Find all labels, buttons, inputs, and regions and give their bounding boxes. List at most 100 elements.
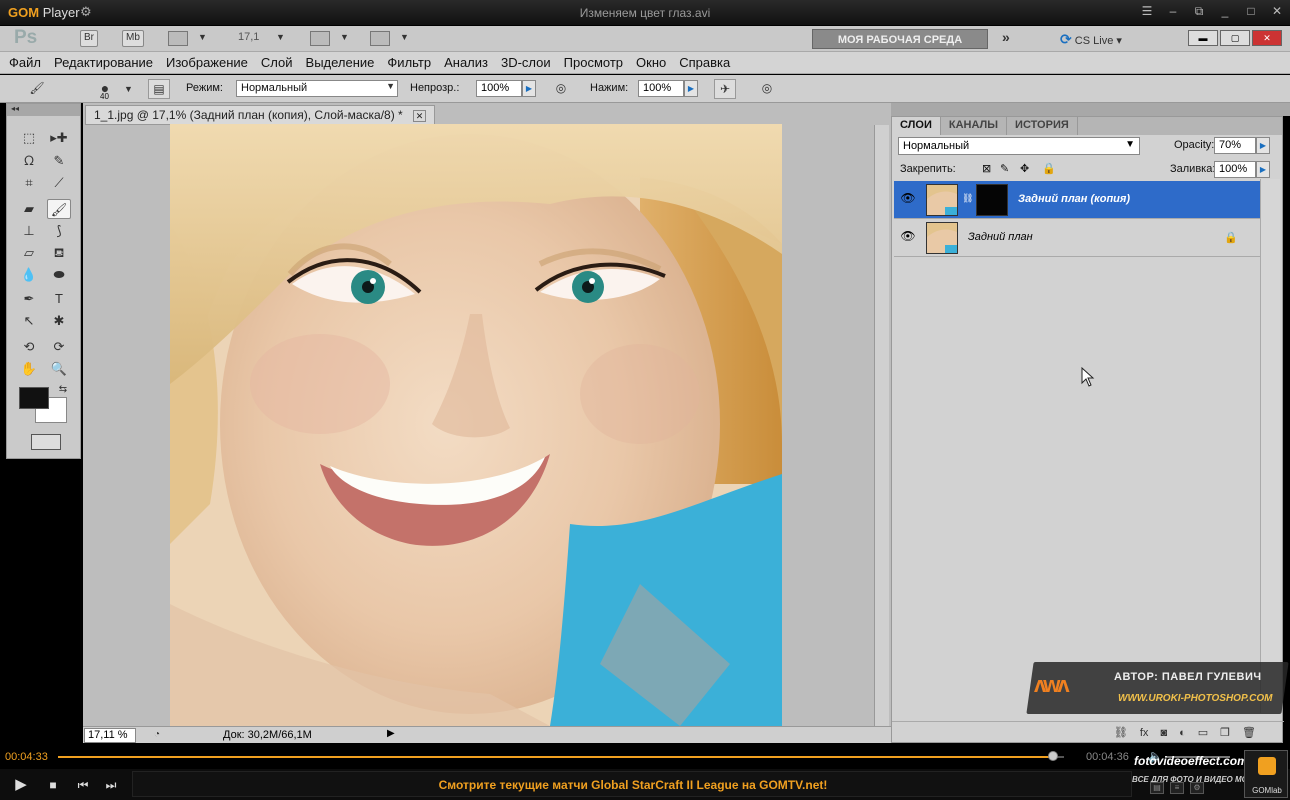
- menu-icon[interactable]: ☰: [1140, 4, 1154, 19]
- zoom-tool-icon[interactable]: 🔍: [47, 359, 71, 379]
- arrange-documents-icon[interactable]: [310, 31, 330, 46]
- seek-bar[interactable]: [58, 756, 1064, 758]
- menu-analysis[interactable]: Анализ: [444, 55, 488, 70]
- menu-filter[interactable]: Фильтр: [387, 55, 431, 70]
- zoom-level[interactable]: 17,1: [238, 31, 259, 43]
- tab-history[interactable]: ИСТОРИЯ: [1007, 117, 1078, 135]
- menu-select[interactable]: Выделение: [306, 55, 375, 70]
- tab-channels[interactable]: КАНАЛЫ: [941, 117, 1008, 135]
- play-icon[interactable]: ▶: [10, 775, 32, 795]
- layers-vertical-scrollbar[interactable]: [1260, 179, 1280, 713]
- brush-tool-icon[interactable]: 🖌: [47, 199, 71, 219]
- quick-mask-button[interactable]: [31, 434, 61, 450]
- adjustment-layer-icon[interactable]: ◐: [1179, 727, 1186, 739]
- move-tool-icon[interactable]: ▸✚: [47, 128, 71, 148]
- fill-stepper[interactable]: ▶: [1256, 161, 1270, 178]
- eyedropper-tool-icon[interactable]: ⟋: [47, 173, 71, 193]
- close-icon[interactable]: ✕: [1270, 4, 1284, 19]
- history-brush-tool-icon[interactable]: ⟆: [47, 221, 71, 241]
- restore-icon[interactable]: ⧉: [1192, 4, 1206, 19]
- flow-stepper[interactable]: ▶: [684, 80, 698, 97]
- healing-brush-tool-icon[interactable]: ▰: [17, 199, 41, 219]
- new-group-icon[interactable]: ▭: [1198, 726, 1208, 739]
- eraser-tool-icon[interactable]: ▱: [17, 243, 41, 263]
- playlist-icon[interactable]: ▤: [1150, 782, 1164, 794]
- menu-view[interactable]: Просмотр: [564, 55, 623, 70]
- chevron-down-icon[interactable]: ▼: [124, 84, 133, 94]
- hand-tool-icon[interactable]: ✋: [17, 359, 41, 379]
- cs-live-button[interactable]: ⟳ CS Live ▾: [1060, 31, 1122, 48]
- menu-window[interactable]: Окно: [636, 55, 666, 70]
- menu-layer[interactable]: Слой: [261, 55, 293, 70]
- menu-3d[interactable]: 3D-слои: [501, 55, 551, 70]
- maximize-icon[interactable]: □: [1244, 4, 1258, 19]
- menu-help[interactable]: Справка: [679, 55, 730, 70]
- ps-close-button[interactable]: ✕: [1252, 30, 1282, 46]
- lock-pixels-icon[interactable]: ✎: [1000, 162, 1009, 175]
- close-icon[interactable]: ✕: [412, 110, 427, 122]
- trash-icon[interactable]: 🗑: [1242, 726, 1256, 739]
- crop-tool-icon[interactable]: ⌗: [17, 173, 41, 193]
- chevron-down-icon[interactable]: ▼: [276, 32, 285, 42]
- menu-file[interactable]: Файл: [9, 55, 41, 70]
- lock-transparency-icon[interactable]: ⊠: [982, 162, 991, 175]
- shape-tool-icon[interactable]: ✱: [47, 311, 71, 331]
- layer-style-icon[interactable]: fx: [1140, 727, 1149, 739]
- minimize-window-icon[interactable]: _: [1218, 4, 1232, 19]
- workspace-button[interactable]: МОЯ РАБОЧАЯ СРЕДА: [812, 29, 988, 49]
- settings-icon[interactable]: ⚙: [1190, 782, 1204, 794]
- chevron-down-icon[interactable]: ▼: [400, 32, 409, 42]
- layer-row-background[interactable]: 👁 Задний план 🔒: [894, 219, 1260, 257]
- lock-all-icon[interactable]: 🔒: [1042, 162, 1056, 175]
- chevron-down-icon[interactable]: ▼: [198, 32, 207, 42]
- new-layer-icon[interactable]: ❐: [1220, 726, 1230, 739]
- opacity-input[interactable]: 100%: [476, 80, 522, 97]
- eye-icon[interactable]: 👁: [898, 191, 918, 207]
- brush-panel-icon[interactable]: ▤: [148, 79, 170, 99]
- status-zoom-field[interactable]: 17,11 %: [84, 728, 136, 743]
- layer-opacity-input[interactable]: 70%: [1214, 137, 1256, 154]
- clone-stamp-tool-icon[interactable]: ⊥: [17, 221, 41, 241]
- pen-tool-icon[interactable]: ✒: [17, 289, 41, 309]
- foreground-color-swatch[interactable]: [19, 387, 49, 409]
- type-tool-icon[interactable]: T: [47, 289, 71, 309]
- mode-select[interactable]: Нормальный ▼: [236, 80, 398, 97]
- bridge-button[interactable]: Br: [80, 30, 98, 47]
- lasso-tool-icon[interactable]: ᘯ: [17, 151, 41, 171]
- dodge-tool-icon[interactable]: ⬬: [47, 265, 71, 285]
- chevron-down-icon[interactable]: ▼: [340, 32, 349, 42]
- lock-position-icon[interactable]: ✥: [1020, 162, 1029, 175]
- add-mask-icon[interactable]: ◙: [1160, 727, 1167, 739]
- minimize-icon[interactable]: –: [1166, 4, 1180, 19]
- layer-row-background-copy[interactable]: 👁 ⛓ Задний план (копия): [894, 181, 1260, 219]
- extras-icon[interactable]: [168, 31, 188, 46]
- gomlab-badge[interactable]: GOMlab: [1244, 750, 1288, 798]
- tab-layers[interactable]: СЛОИ: [892, 117, 941, 135]
- status-menu-arrow-icon[interactable]: ▶: [387, 728, 395, 739]
- pressure-opacity-icon[interactable]: ◎: [550, 79, 572, 99]
- layer-opacity-stepper[interactable]: ▶: [1256, 137, 1270, 154]
- more-workspaces-icon[interactable]: »: [1002, 29, 1010, 45]
- seek-handle[interactable]: [1047, 751, 1058, 761]
- blur-tool-icon[interactable]: 💧: [17, 265, 41, 285]
- ps-minimize-button[interactable]: ▬: [1188, 30, 1218, 46]
- document-tab[interactable]: 1_1.jpg @ 17,1% (Задний план (копия), Сл…: [85, 105, 436, 125]
- link-layers-icon[interactable]: ⛓: [1114, 726, 1128, 739]
- news-ticker[interactable]: Смотрите текущие матчи Global StarCraft …: [132, 771, 1132, 797]
- screen-mode-icon[interactable]: [370, 31, 390, 46]
- 3d-orbit-tool-icon[interactable]: ⟳: [47, 337, 71, 357]
- previous-icon[interactable]: ⏮: [72, 775, 94, 795]
- 3d-rotate-tool-icon[interactable]: ⟲: [17, 337, 41, 357]
- stop-icon[interactable]: ■: [42, 775, 64, 795]
- status-info-icon[interactable]: ◔: [145, 725, 169, 745]
- next-icon[interactable]: ⏭: [100, 775, 122, 795]
- quick-selection-tool-icon[interactable]: ✎: [47, 151, 71, 171]
- layer-blend-mode-select[interactable]: Нормальный ▼: [898, 137, 1140, 155]
- menu-edit[interactable]: Редактирование: [54, 55, 153, 70]
- equalizer-icon[interactable]: ≡: [1170, 782, 1184, 794]
- pressure-size-icon[interactable]: ◎: [756, 79, 778, 99]
- path-selection-tool-icon[interactable]: ↖: [17, 311, 41, 331]
- swap-colors-icon[interactable]: ⇆: [51, 380, 75, 400]
- opacity-stepper[interactable]: ▶: [522, 80, 536, 97]
- menu-image[interactable]: Изображение: [166, 55, 248, 70]
